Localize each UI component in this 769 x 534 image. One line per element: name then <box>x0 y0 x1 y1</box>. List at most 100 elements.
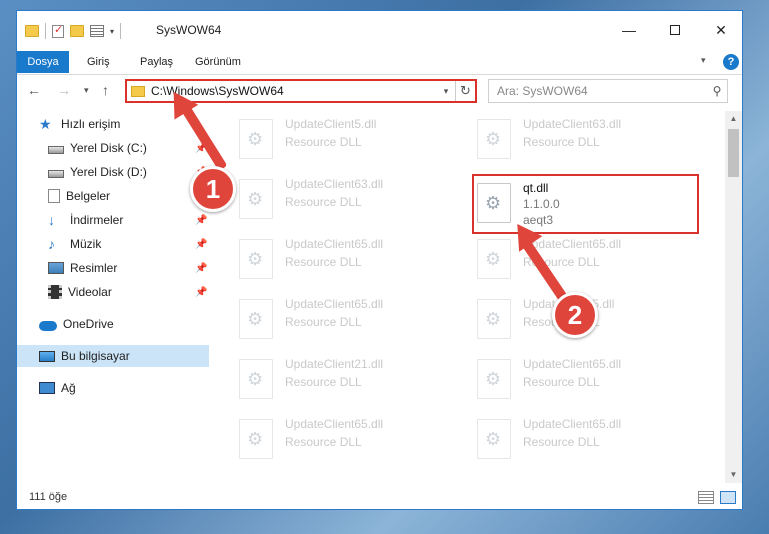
sidebar-item-local-disk-d[interactable]: Yerel Disk (D:) 📌 <box>17 161 209 183</box>
file-name: UpdateClient65.dll <box>285 417 384 431</box>
dll-file-icon <box>239 179 273 219</box>
tab-home[interactable]: Giriş <box>77 51 120 73</box>
pin-icon[interactable]: 📌 <box>195 287 207 298</box>
sidebar-item-label: Belgeler <box>66 189 111 203</box>
sidebar-item-pictures[interactable]: Resimler 📌 <box>17 257 209 279</box>
refresh-icon[interactable]: ↻ <box>455 81 475 101</box>
file-name: UpdateClient21.dll <box>285 357 384 371</box>
drive-icon <box>48 169 64 178</box>
details-view-icon[interactable] <box>698 491 714 504</box>
sidebar-item-label: İndirmeler <box>70 213 124 227</box>
folder-icon <box>25 25 39 37</box>
tab-file[interactable]: Dosya <box>17 51 69 73</box>
customize-toolbar-dropdown-icon[interactable]: ▾ <box>110 27 114 36</box>
sidebar-item-label: Müzik <box>70 237 102 251</box>
pin-icon[interactable]: 📌 <box>195 215 207 226</box>
sidebar-item-music[interactable]: ♪ Müzik 📌 <box>17 233 209 255</box>
tab-share[interactable]: Paylaş <box>130 51 183 73</box>
file-item[interactable]: UpdateClient65.dll Resource DLL <box>219 293 439 345</box>
address-dropdown-icon[interactable]: ▾ <box>437 86 455 97</box>
scrollbar-thumb[interactable] <box>728 129 739 177</box>
title-bar: ▾ SysWOW64 — ✕ <box>17 11 742 51</box>
file-name: UpdateClient65.dll <box>285 237 384 251</box>
sidebar-item-label: Videolar <box>68 285 112 299</box>
back-button[interactable]: ← <box>27 82 41 98</box>
quick-access-toolbar: ▾ <box>25 23 122 39</box>
status-bar: 111 öğe <box>17 487 742 509</box>
window-title: SysWOW64 <box>156 23 222 37</box>
search-box[interactable]: Ara: SysWOW64 ⚲ <box>488 79 728 103</box>
folder-icon <box>131 85 145 97</box>
help-button[interactable]: ? <box>723 54 739 70</box>
large-icons-view-icon[interactable] <box>720 491 736 504</box>
address-path[interactable]: C:\Windows\SysWOW64 <box>151 84 437 98</box>
sidebar-item-onedrive[interactable]: OneDrive <box>17 313 209 335</box>
ribbon: Dosya Giriş Paylaş Görünüm ▾ ? <box>17 51 742 75</box>
file-item[interactable]: UpdateClient65.dll Resource DLL <box>219 413 439 465</box>
properties-icon[interactable] <box>90 25 104 37</box>
sidebar-item-label: Hızlı erişim <box>61 117 121 131</box>
item-count: 111 öğe <box>29 491 68 503</box>
sidebar-item-this-pc[interactable]: Bu bilgisayar <box>17 345 209 367</box>
file-item[interactable]: UpdateClient65.dll Resource DLL <box>219 233 439 285</box>
file-type: Resource DLL <box>523 435 600 449</box>
annotation-badge-2: 2 <box>552 292 598 338</box>
expand-ribbon-icon[interactable]: ▾ <box>701 55 706 66</box>
search-icon[interactable]: ⚲ <box>707 84 727 98</box>
sidebar-item-documents[interactable]: Belgeler 📌 <box>17 185 209 207</box>
sidebar-item-quick-access[interactable]: ★ Hızlı erişim <box>17 113 209 135</box>
file-item[interactable]: UpdateClient63.dll Resource DLL <box>219 173 439 225</box>
maximize-button[interactable] <box>660 19 690 41</box>
pin-icon[interactable]: 📌 <box>195 263 207 274</box>
scroll-down-icon[interactable]: ▼ <box>725 467 742 483</box>
properties-check-icon[interactable] <box>52 23 64 38</box>
explorer-window: ▾ SysWOW64 — ✕ Dosya Giriş Paylaş Görünü… <box>16 10 743 510</box>
star-icon: ★ <box>39 116 52 132</box>
new-folder-icon[interactable] <box>70 25 84 37</box>
sidebar-item-videos[interactable]: Videolar 📌 <box>17 281 209 303</box>
up-button[interactable]: ↑ <box>102 82 109 98</box>
tab-view[interactable]: Görünüm <box>185 51 251 73</box>
file-item[interactable]: UpdateClient65.dll Resource DLL <box>457 413 677 465</box>
file-item[interactable]: UpdateClient63.dll Resource DLL <box>457 113 677 165</box>
dll-file-icon <box>239 119 273 159</box>
file-item[interactable]: UpdateClient65.dll Resource DLL <box>457 233 677 285</box>
file-name: UpdateClient65.dll <box>523 357 622 371</box>
vertical-scrollbar[interactable]: ▲ ▼ <box>725 111 742 483</box>
sidebar-item-label: OneDrive <box>63 317 114 331</box>
annotation-badge-1: 1 <box>190 166 236 212</box>
onedrive-icon <box>39 320 57 331</box>
file-name: UpdateClient63.dll <box>285 177 384 191</box>
close-button[interactable]: ✕ <box>706 19 736 41</box>
file-name: UpdateClient65.dll <box>285 297 384 311</box>
file-item[interactable]: UpdateClient65.dll Resource DLL <box>457 353 677 405</box>
recent-locations-dropdown-icon[interactable]: ▾ <box>84 85 89 96</box>
file-type: Resource DLL <box>285 255 362 269</box>
search-input[interactable]: Ara: SysWOW64 <box>489 84 707 98</box>
sidebar-item-label: Bu bilgisayar <box>61 349 130 363</box>
music-icon: ♪ <box>48 236 55 252</box>
dll-file-icon <box>477 239 511 279</box>
sidebar-item-local-disk-c[interactable]: Yerel Disk (C:) 📌 <box>17 137 209 159</box>
file-item[interactable]: UpdateClient5.dll Resource DLL <box>219 113 439 165</box>
scroll-up-icon[interactable]: ▲ <box>725 111 742 127</box>
file-type: Resource DLL <box>285 435 362 449</box>
navigation-row: ← → ▾ ↑ C:\Windows\SysWOW64 ▾ ↻ Ara: Sys… <box>17 76 742 106</box>
dll-file-icon <box>477 299 511 339</box>
dll-file-icon <box>477 359 511 399</box>
sidebar-item-downloads[interactable]: ↓ İndirmeler 📌 <box>17 209 209 231</box>
minimize-button[interactable]: — <box>614 19 644 41</box>
file-type: Resource DLL <box>285 135 362 149</box>
file-name: UpdateClient5.dll <box>285 117 377 131</box>
file-item[interactable]: UpdateClient21.dll Resource DLL <box>219 353 439 405</box>
dll-file-icon <box>477 119 511 159</box>
pin-icon[interactable]: 📌 <box>195 239 207 250</box>
toolbar-divider <box>120 23 122 39</box>
forward-button[interactable]: → <box>57 82 71 98</box>
dll-file-icon <box>239 359 273 399</box>
file-type: Resource DLL <box>285 315 362 329</box>
file-name: UpdateClient65.dll <box>523 417 622 431</box>
sidebar-item-network[interactable]: Ağ <box>17 377 209 399</box>
computer-icon <box>39 350 55 362</box>
file-type: Resource DLL <box>523 135 600 149</box>
